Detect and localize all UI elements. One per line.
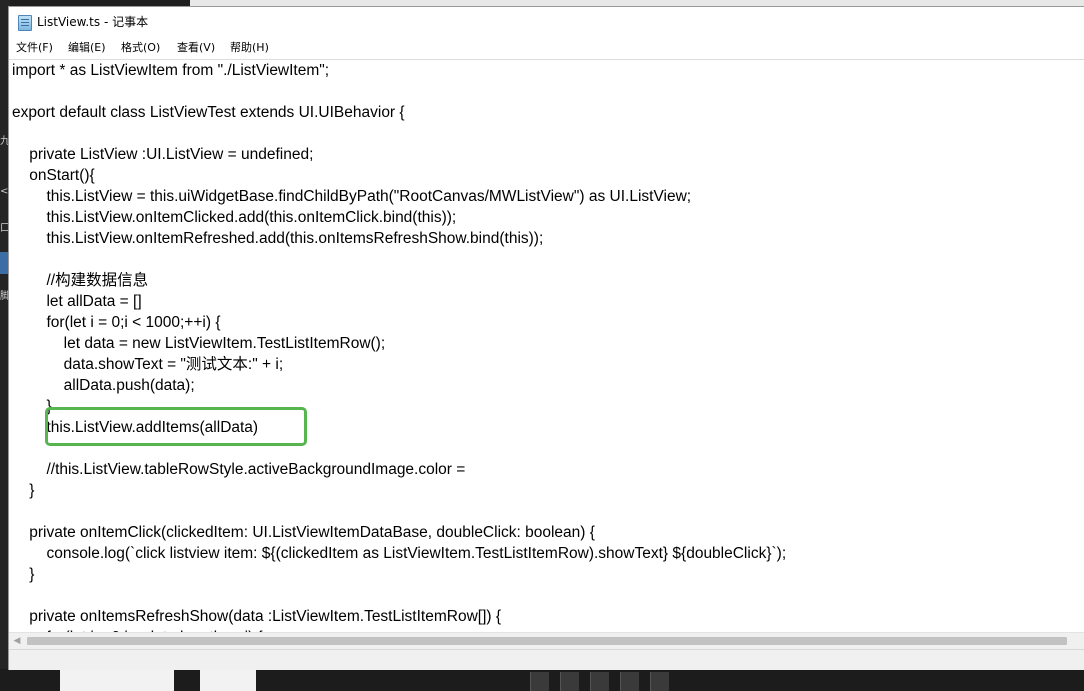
code-line: } — [12, 566, 35, 583]
code-line: console.log(`click listview item: ${(cli… — [12, 545, 787, 562]
code-line: //构建数据信息 — [12, 272, 149, 289]
background-sidebar-mark: 九 — [0, 136, 10, 147]
code-line: import * as ListViewItem from "./ListVie… — [12, 62, 330, 79]
code-line: private onItemsRefreshShow(data :ListVie… — [12, 608, 502, 625]
menu-edit[interactable]: 编辑(E) — [68, 40, 106, 56]
code-line: this.ListView.onItemRefreshed.add(this.o… — [12, 230, 544, 247]
background-cell — [620, 672, 639, 691]
code-line: let data = new ListViewItem.TestListItem… — [12, 335, 386, 352]
code-line: allData.push(data); — [12, 377, 195, 394]
window-title: ListView.ts - 记事本 — [37, 15, 149, 29]
background-sidebar-active-item — [0, 252, 9, 274]
desktop: 九 << 口 脚 ListView.ts - 记事本 文件(F) 编辑(E) 格… — [0, 0, 1084, 691]
background-cell — [590, 672, 609, 691]
code-line: //this.ListView.tableRowStyle.activeBack… — [12, 461, 466, 478]
notepad-icon — [18, 15, 32, 31]
text-editor[interactable]: import * as ListViewItem from "./ListVie… — [9, 59, 1084, 633]
background-sidebar-mark: << — [0, 186, 17, 198]
background-sidebar-mark: 口 — [0, 223, 10, 234]
scrollbar-thumb[interactable] — [27, 637, 1067, 645]
code-line: private onItemClick(clickedItem: UI.List… — [12, 524, 595, 541]
background-thumbnail — [200, 669, 256, 691]
code-line: data.showText = "测试文本:" + i; — [12, 356, 284, 373]
code-line: this.ListView = this.uiWidgetBase.findCh… — [12, 188, 692, 205]
menu-file[interactable]: 文件(F) — [16, 40, 53, 56]
code-line: onStart(){ — [12, 167, 95, 184]
code-line: this.ListView.onItemClicked.add(this.onI… — [12, 209, 457, 226]
background-thumbnail — [60, 669, 174, 691]
menu-view[interactable]: 查看(V) — [177, 40, 215, 56]
status-bar — [9, 649, 1084, 670]
notepad-window: ListView.ts - 记事本 文件(F) 编辑(E) 格式(O) 查看(V… — [9, 7, 1084, 670]
menu-help[interactable]: 帮助(H) — [230, 40, 269, 56]
code-text: import * as ListViewItem from "./ListVie… — [12, 60, 786, 633]
code-line: for(let i = 0;i < 1000;++i) { — [12, 314, 221, 331]
code-line: } — [12, 482, 35, 499]
code-line: this.ListView.addItems(allData) — [12, 419, 259, 436]
background-cell — [560, 672, 579, 691]
code-line: export default class ListViewTest extend… — [12, 104, 405, 121]
background-cell — [530, 672, 549, 691]
menu-bar: 文件(F) 编辑(E) 格式(O) 查看(V) 帮助(H) — [9, 37, 1084, 59]
code-line: let allData = [] — [12, 293, 142, 310]
background-sidebar-mark: 脚 — [0, 291, 10, 302]
menu-format[interactable]: 格式(O) — [121, 40, 160, 56]
code-line: } — [12, 398, 52, 415]
scroll-left-arrow-icon[interactable]: ◀ — [11, 635, 23, 647]
horizontal-scrollbar[interactable]: ◀ — [9, 632, 1084, 650]
title-bar[interactable]: ListView.ts - 记事本 — [9, 7, 1084, 37]
background-cell — [650, 672, 669, 691]
code-line: private ListView :UI.ListView = undefine… — [12, 146, 314, 163]
